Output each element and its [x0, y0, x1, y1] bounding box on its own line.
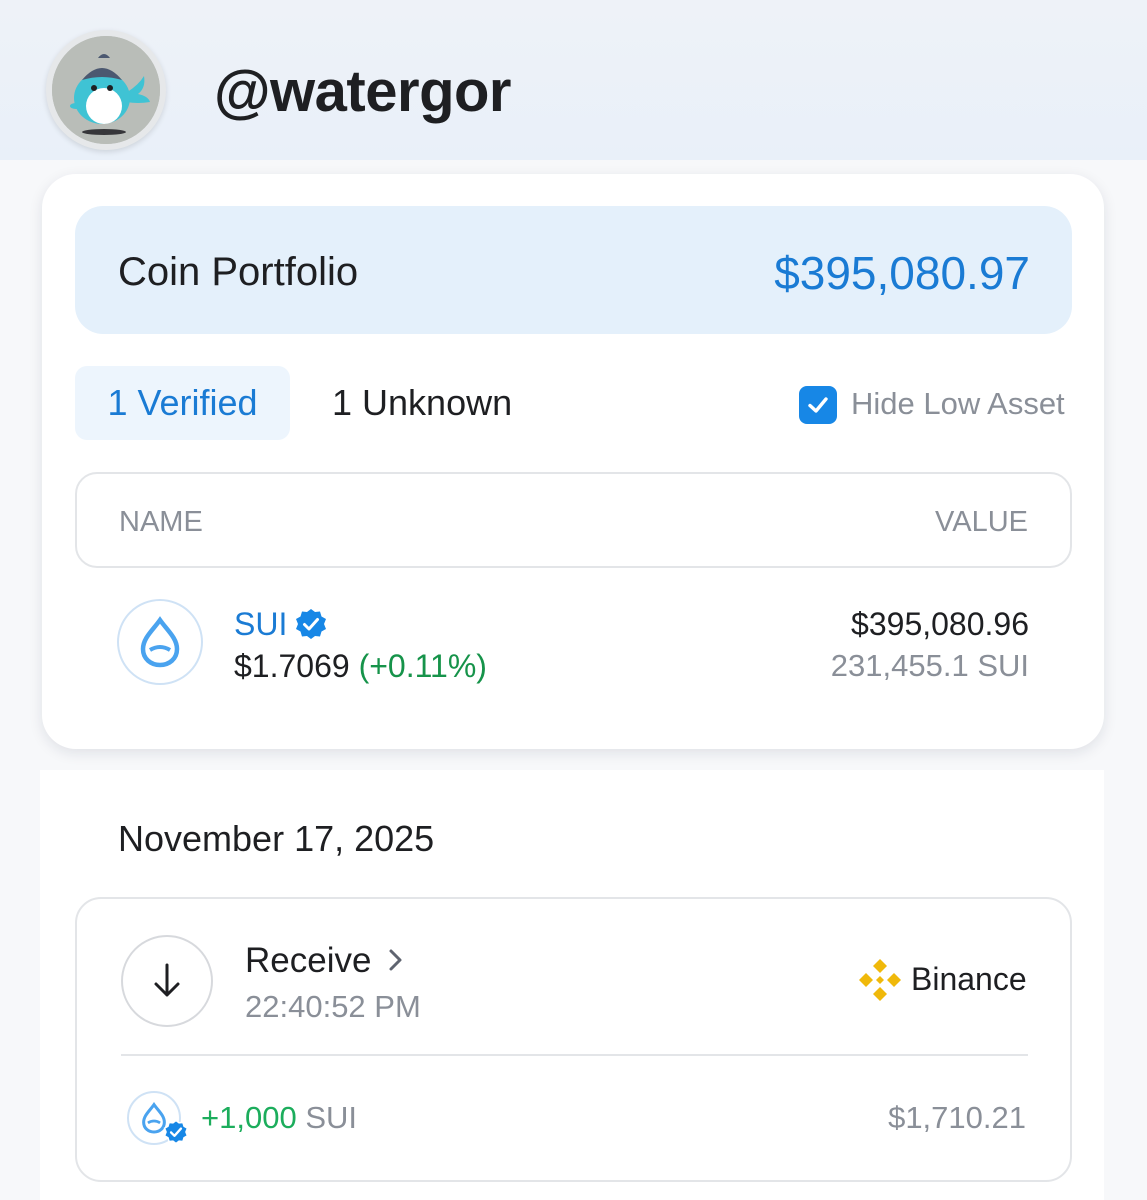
sui-coin-icon[interactable] [117, 599, 203, 685]
binance-logo-icon [859, 959, 901, 1001]
transaction-time: 22:40:52 PM [245, 989, 421, 1024]
username: @watergor [214, 59, 512, 124]
counterparty-name: Binance [911, 961, 1027, 997]
receive-arrow-icon [121, 935, 213, 1027]
divider [121, 1054, 1028, 1056]
sui-drop-icon [140, 616, 180, 668]
portfolio-title: Coin Portfolio [118, 250, 359, 294]
coin-symbol[interactable]: SUI [234, 606, 287, 643]
portfolio-total-value: $395,080.97 [774, 247, 1030, 299]
hide-low-asset-label[interactable]: Hide Low Asset [851, 386, 1065, 422]
chevron-right-icon[interactable] [385, 943, 407, 977]
avatar[interactable] [46, 30, 166, 150]
activity-date: November 17, 2025 [118, 818, 435, 859]
coin-price-change: (+0.11%) [358, 648, 487, 684]
coin-price: $1.7069 (+0.11%) [234, 648, 487, 685]
portfolio-card: Coin Portfolio $395,080.97 1 Verified 1 … [42, 174, 1104, 749]
whale-avatar-icon [52, 36, 160, 144]
transaction-card[interactable]: Receive 22:40:52 PM Binance +1,000 SUI $… [75, 897, 1072, 1182]
portfolio-total: Coin Portfolio $395,080.97 [75, 206, 1072, 334]
verified-badge-icon [296, 609, 326, 639]
table-header: NAME VALUE [75, 472, 1072, 568]
tab-unknown[interactable]: 1 Unknown [332, 366, 512, 440]
transaction-usd-value: $1,710.21 [888, 1100, 1026, 1135]
verified-badge-icon [163, 1119, 189, 1145]
tab-verified[interactable]: 1 Verified [75, 366, 290, 440]
transaction-amount-value: +1,000 [201, 1100, 297, 1135]
profile-header: @watergor [0, 0, 1147, 160]
column-name-header: NAME [119, 506, 203, 538]
transaction-amount-unit: SUI [305, 1100, 357, 1135]
transaction-amount: +1,000 SUI [201, 1100, 357, 1136]
wallet-page: @watergor Coin Portfolio $395,080.97 1 V… [0, 0, 1147, 1200]
column-value-header: VALUE [935, 506, 1028, 538]
hide-low-asset-checkbox[interactable] [799, 386, 837, 424]
checkmark-icon [808, 397, 828, 413]
coin-amount: 231,455.1 SUI [830, 648, 1029, 683]
coin-usd-value: $395,080.96 [851, 606, 1029, 642]
coin-price-value: $1.7069 [234, 648, 350, 684]
transaction-type[interactable]: Receive [245, 941, 371, 981]
